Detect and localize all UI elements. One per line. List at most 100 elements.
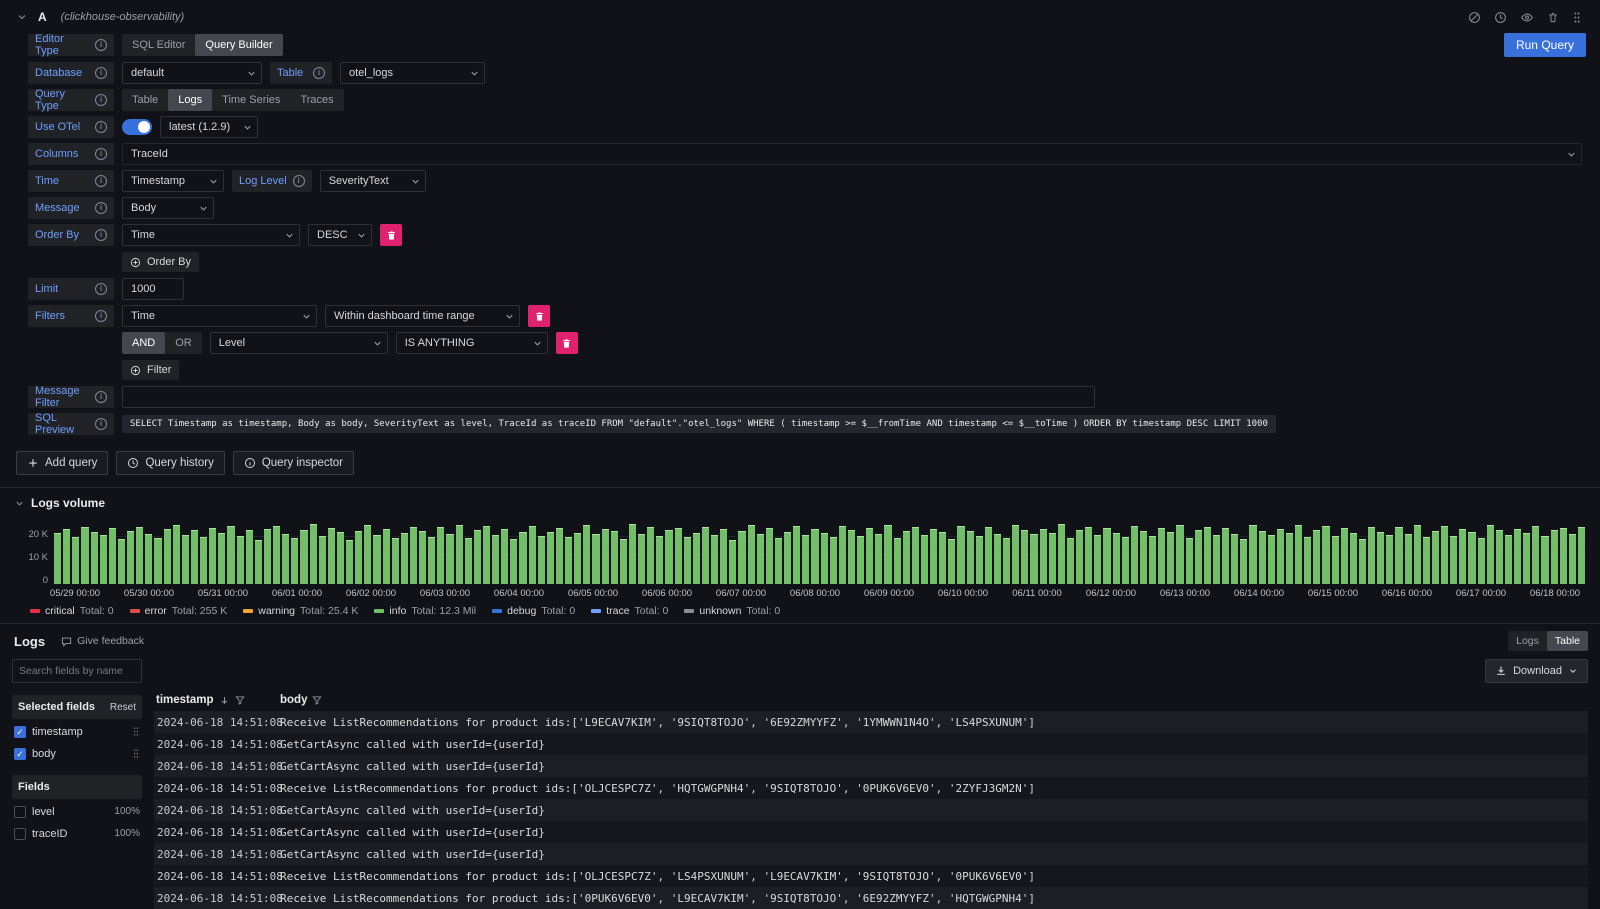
volume-bar: [766, 528, 773, 584]
legend-item-critical[interactable]: criticalTotal: 0: [30, 605, 114, 617]
otel-version-select[interactable]: latest (1.2.9): [160, 116, 258, 138]
available-field-traceID[interactable]: traceID100%: [12, 824, 142, 843]
query-type-tabs-option-time-series[interactable]: Time Series: [212, 89, 290, 111]
legend-item-unknown[interactable]: unknownTotal: 0: [684, 605, 780, 617]
info-icon[interactable]: i: [313, 67, 325, 79]
checkbox-checked[interactable]: ✓: [14, 726, 26, 738]
filter-icon[interactable]: [235, 695, 245, 705]
info-icon[interactable]: i: [95, 418, 107, 430]
filter2-field-select[interactable]: Level: [210, 332, 388, 354]
volume-bar: [1505, 535, 1512, 584]
info-icon[interactable]: i: [95, 283, 107, 295]
info-icon[interactable]: i: [95, 67, 107, 79]
timestamp-column-header[interactable]: timestamp: [154, 694, 280, 706]
query-type-tabs-option-table[interactable]: Table: [122, 89, 168, 111]
legend-item-trace[interactable]: traceTotal: 0: [591, 605, 668, 617]
table-select[interactable]: otel_logs: [340, 62, 485, 84]
legend-item-debug[interactable]: debugTotal: 0: [492, 605, 575, 617]
filter-operator-select[interactable]: Within dashboard time range: [325, 305, 520, 327]
columns-multiselect[interactable]: TraceId: [122, 143, 1582, 165]
x-tick-label: 06/01 00:00: [266, 588, 328, 599]
filter-icon[interactable]: [312, 695, 322, 705]
order-by-field-select[interactable]: Time: [122, 224, 300, 246]
volume-bar: [437, 527, 444, 584]
drag-handle-icon[interactable]: [132, 726, 140, 737]
remove-filter2-button[interactable]: [556, 332, 578, 354]
message-column-select[interactable]: Body: [122, 197, 214, 219]
give-feedback-link[interactable]: Give feedback: [61, 635, 144, 647]
volume-bar: [1414, 525, 1421, 584]
message-filter-input[interactable]: [122, 386, 1095, 408]
selected-field-timestamp[interactable]: ✓timestamp: [12, 722, 142, 741]
info-icon[interactable]: i: [95, 148, 107, 160]
drag-handle-icon[interactable]: [1572, 11, 1582, 24]
add-order-by-button[interactable]: Order By: [122, 252, 199, 272]
table-row: 2024-06-18 14:51:08Receive ListRecommend…: [154, 777, 1588, 799]
volume-bar: [1222, 528, 1229, 584]
remove-filter-button[interactable]: [528, 305, 550, 327]
log-level-label: Log Leveli: [232, 170, 312, 192]
sort-desc-icon[interactable]: [219, 695, 230, 706]
filter2-operator-select[interactable]: IS ANYTHING: [396, 332, 548, 354]
volume-bar: [118, 539, 125, 584]
use-otel-toggle[interactable]: [122, 119, 152, 135]
body-column-header[interactable]: body: [280, 694, 1588, 706]
info-icon[interactable]: i: [293, 175, 305, 187]
legend-item-error[interactable]: errorTotal: 255 K: [130, 605, 228, 617]
editor-type-toggle-option-query-builder[interactable]: Query Builder: [195, 34, 282, 56]
search-fields-input[interactable]: [12, 659, 142, 683]
collapse-volume-chevron-icon[interactable]: [14, 498, 25, 509]
volume-bar: [501, 529, 508, 584]
query-type-tabs-option-traces[interactable]: Traces: [290, 89, 343, 111]
checkbox-unchecked[interactable]: [14, 828, 26, 840]
volume-bar: [1158, 528, 1165, 584]
add-query-button[interactable]: Add query: [16, 451, 108, 475]
filter-conjunction-toggle-option-or[interactable]: OR: [165, 332, 202, 354]
checkbox-unchecked[interactable]: [14, 806, 26, 818]
chart-plot-area[interactable]: [54, 520, 1586, 584]
log-level-column-select[interactable]: SeverityText: [320, 170, 426, 192]
editor-type-toggle-option-sql-editor[interactable]: SQL Editor: [122, 34, 195, 56]
reset-fields-button[interactable]: Reset: [110, 702, 136, 713]
limit-input[interactable]: [122, 278, 184, 300]
info-icon[interactable]: i: [95, 310, 107, 322]
volume-bar: [629, 524, 636, 584]
remove-order-by-button[interactable]: [380, 224, 402, 246]
info-icon[interactable]: i: [95, 175, 107, 187]
run-query-button[interactable]: Run Query: [1504, 33, 1586, 57]
query-type-tabs-option-logs[interactable]: Logs: [168, 89, 212, 111]
query-inspector-button[interactable]: Query inspector: [233, 451, 354, 475]
volume-bar: [693, 533, 700, 584]
disable-query-icon[interactable]: [1468, 11, 1481, 24]
info-icon[interactable]: i: [95, 94, 107, 106]
selected-field-body[interactable]: ✓body: [12, 744, 142, 763]
filter-conjunction-toggle-option-and[interactable]: AND: [122, 332, 165, 354]
legend-label: debug: [507, 605, 536, 617]
logs-table-view-toggle-option-table[interactable]: Table: [1547, 631, 1588, 651]
download-button[interactable]: Download: [1485, 659, 1588, 683]
filter-field-select[interactable]: Time: [122, 305, 317, 327]
add-filter-button[interactable]: Filter: [122, 360, 179, 380]
database-select[interactable]: default: [122, 62, 262, 84]
info-icon[interactable]: i: [95, 39, 107, 51]
query-history-button[interactable]: Query history: [116, 451, 224, 475]
order-by-direction-select[interactable]: DESC: [308, 224, 372, 246]
drag-handle-icon[interactable]: [132, 748, 140, 759]
info-icon[interactable]: i: [95, 121, 107, 133]
query-history-icon[interactable]: [1494, 11, 1507, 24]
volume-bar: [583, 525, 590, 584]
info-icon[interactable]: i: [95, 229, 107, 241]
legend-item-info[interactable]: infoTotal: 12.3 Mil: [374, 605, 476, 617]
legend-total: Total: 255 K: [172, 605, 227, 617]
legend-item-warning[interactable]: warningTotal: 25.4 K: [243, 605, 358, 617]
time-column-select[interactable]: Timestamp: [122, 170, 224, 192]
available-field-level[interactable]: level100%: [12, 802, 142, 821]
logs-table-view-toggle-option-logs[interactable]: Logs: [1508, 631, 1547, 651]
remove-query-icon[interactable]: [1547, 11, 1559, 24]
collapse-query-chevron-icon[interactable]: [16, 11, 28, 23]
info-icon[interactable]: i: [95, 391, 107, 403]
checkbox-checked[interactable]: ✓: [14, 748, 26, 760]
hide-response-icon[interactable]: [1520, 11, 1534, 24]
info-icon[interactable]: i: [95, 202, 107, 214]
volume-bar: [392, 538, 399, 584]
